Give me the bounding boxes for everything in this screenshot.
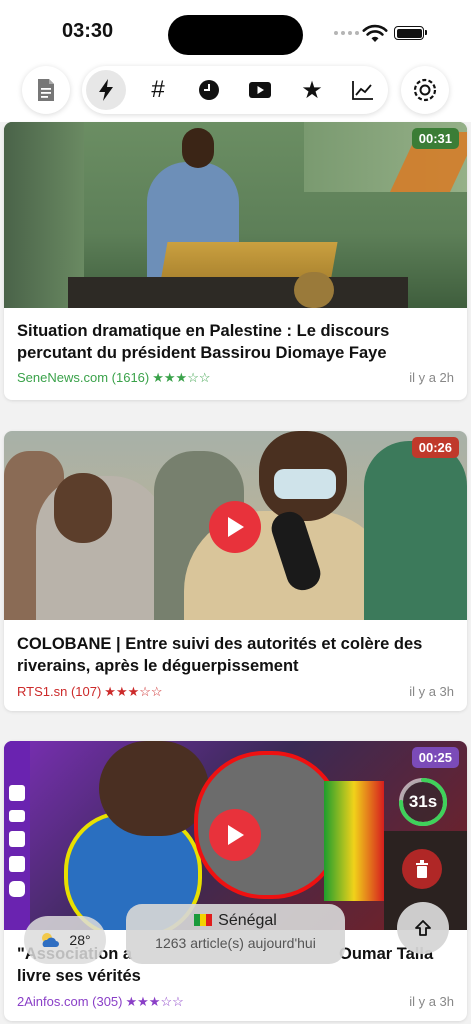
article-time: il y a 3h: [409, 994, 454, 1009]
weather-widget[interactable]: 28°: [24, 916, 106, 964]
tiktok-icon[interactable]: [9, 856, 25, 872]
video-icon: [249, 82, 271, 98]
article-thumbnail[interactable]: 00:31: [4, 122, 467, 308]
document-icon: [38, 79, 54, 101]
tab-flash[interactable]: [86, 70, 126, 110]
instagram-icon[interactable]: [9, 881, 25, 897]
social-sidebar: [7, 785, 27, 925]
play-button[interactable]: [209, 501, 261, 553]
play-button[interactable]: [209, 809, 261, 861]
flash-icon: [99, 79, 113, 101]
country-row: Sénégal: [126, 912, 345, 930]
rating-stars: ★★★☆☆: [104, 684, 163, 699]
signal-icon: [334, 31, 359, 35]
clock-icon: [199, 80, 219, 100]
article-thumbnail[interactable]: 00:25 31s: [4, 741, 467, 930]
trash-icon: [416, 860, 428, 878]
source-name: RTS1.sn (107): [17, 684, 102, 699]
star-icon: ★: [301, 76, 323, 104]
country-selector[interactable]: Sénégal 1263 article(s) aujourd'hui: [126, 904, 345, 964]
scroll-top-button[interactable]: [397, 902, 449, 954]
weather-temp: 28°: [69, 932, 91, 948]
video-duration-badge: 00:31: [411, 128, 459, 149]
article-source[interactable]: RTS1.sn (107) ★★★☆☆: [17, 684, 163, 700]
partly-cloudy-icon: [42, 933, 60, 947]
rating-stars: ★★★☆☆: [125, 994, 184, 1009]
battery-icon: [394, 26, 427, 40]
youtube-icon[interactable]: [9, 810, 25, 822]
tab-favorites[interactable]: ★: [292, 70, 332, 110]
countdown-timer: 31s: [398, 777, 448, 827]
article-card[interactable]: 00:25 31s "Association a Oumar Talla liv…: [4, 741, 467, 1021]
article-time: il y a 2h: [409, 370, 454, 385]
source-name: SeneNews.com (1616): [17, 370, 150, 385]
video-duration-badge: 00:26: [411, 437, 459, 458]
article-title[interactable]: COLOBANE | Entre suivi des autorités et …: [17, 633, 457, 677]
article-source[interactable]: SeneNews.com (1616) ★★★☆☆: [17, 370, 211, 386]
play-icon: [228, 517, 244, 537]
dynamic-island: [168, 15, 303, 55]
article-title[interactable]: Situation dramatique en Palestine : Le d…: [17, 320, 457, 364]
arrow-up-icon: [415, 920, 431, 936]
status-bar: 03:30: [0, 0, 471, 62]
senegal-flag-icon: [194, 914, 213, 926]
tab-trending[interactable]: [343, 70, 383, 110]
top-toolbar: # ★: [0, 62, 471, 122]
tab-hashtag[interactable]: #: [138, 70, 178, 110]
article-card[interactable]: 00:31 Situation dramatique en Palestine …: [4, 122, 467, 400]
article-time: il y a 3h: [409, 684, 454, 699]
settings-button[interactable]: [401, 66, 449, 114]
countdown-label: 31s: [408, 792, 438, 811]
article-source[interactable]: 2Ainfos.com (305) ★★★☆☆: [17, 994, 184, 1010]
category-tabs: # ★: [82, 66, 388, 114]
hashtag-icon: #: [151, 76, 165, 103]
article-count: 1263 article(s) aujourd'hui: [155, 935, 316, 951]
x-icon[interactable]: [9, 831, 25, 847]
play-icon: [228, 825, 244, 845]
document-button[interactable]: [22, 66, 70, 114]
tab-videos[interactable]: [240, 70, 280, 110]
rating-stars: ★★★☆☆: [152, 370, 211, 385]
status-time: 03:30: [62, 20, 114, 42]
country-name: Sénégal: [218, 912, 277, 929]
video-duration-badge: 00:25: [411, 747, 459, 768]
source-name: 2Ainfos.com (305): [17, 994, 123, 1009]
article-card[interactable]: 00:26 COLOBANE | Entre suivi des autorit…: [4, 431, 467, 711]
article-thumbnail[interactable]: 00:26: [4, 431, 467, 620]
chart-icon: [352, 81, 373, 100]
settings-icon: [413, 78, 437, 102]
wifi-icon: [362, 24, 388, 42]
facebook-icon[interactable]: [9, 785, 25, 801]
article-title-line2: livre ses vérités: [17, 967, 141, 985]
tab-recent[interactable]: [189, 70, 229, 110]
cancel-autoplay-button[interactable]: [402, 849, 442, 889]
